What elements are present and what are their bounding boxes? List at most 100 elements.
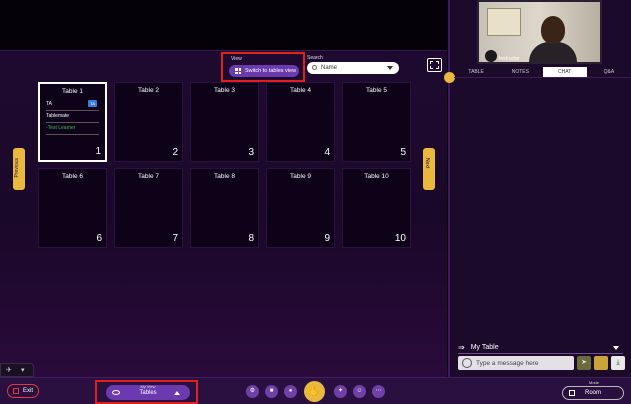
people-icon: ✦ bbox=[337, 388, 344, 394]
camera-button[interactable]: ■ bbox=[265, 385, 278, 398]
chevron-down-icon: ▾ bbox=[21, 367, 25, 374]
table-card[interactable]: Table 2 2 bbox=[114, 82, 183, 162]
more-button[interactable]: ⋯ bbox=[372, 385, 385, 398]
view-label: View bbox=[231, 56, 242, 62]
ta-badge: TA bbox=[88, 100, 97, 107]
chat-placeholder: Type a message here bbox=[476, 359, 539, 367]
smiley-icon: ☺ bbox=[356, 388, 363, 394]
table-title: Table 8 bbox=[214, 173, 235, 180]
search-icon bbox=[312, 65, 317, 70]
table-title: Table 10 bbox=[364, 173, 389, 180]
table-number: 5 bbox=[400, 147, 406, 158]
emoji-icon[interactable] bbox=[462, 358, 472, 368]
switch-view-label: Switch to tables view bbox=[245, 68, 297, 74]
chat-scope-value: My Table bbox=[470, 344, 499, 351]
my-view-group: My View Tables bbox=[95, 380, 198, 404]
switch-to-tables-view-button[interactable]: Switch to tables view bbox=[229, 65, 299, 77]
table-number: 7 bbox=[172, 233, 178, 244]
send-button[interactable]: ➤ bbox=[577, 356, 591, 370]
table-card[interactable]: Table 5 5 bbox=[342, 82, 411, 162]
camera-icon: ■ bbox=[269, 388, 274, 394]
pin-menu-button[interactable]: ✈ ▾ bbox=[0, 363, 34, 377]
mode-group: Mode Room bbox=[562, 380, 626, 402]
previous-page-button[interactable]: Previous bbox=[13, 148, 25, 190]
emoji-button[interactable]: ☺ bbox=[353, 385, 366, 398]
arrow-right-icon: ⇒ bbox=[458, 343, 465, 352]
chat-scope-selector[interactable]: ⇒ My Table bbox=[458, 342, 623, 354]
table-title: Table 6 bbox=[62, 173, 83, 180]
settings-button[interactable]: ⚙ bbox=[246, 385, 259, 398]
app-window: View Switch to tables view Search Name T… bbox=[0, 0, 631, 404]
tab-chat[interactable]: CHAT bbox=[542, 67, 587, 77]
seat-ta: TA bbox=[46, 101, 53, 107]
more-icon: ⋯ bbox=[375, 388, 382, 394]
seat-divider bbox=[46, 110, 99, 111]
search-dropdown[interactable]: Name bbox=[307, 62, 399, 74]
table-card[interactable]: Table 7 7 bbox=[114, 168, 183, 248]
instructor-video[interactable]: Instructor bbox=[477, 0, 602, 64]
table-card[interactable]: Table 9 9 bbox=[266, 168, 335, 248]
bottom-toolbar: Exit My View Tables ⚙ ■ ● ✋ ✦ ☺ ⋯ Mode R… bbox=[0, 377, 631, 404]
exit-icon bbox=[13, 388, 19, 394]
seat-divider bbox=[46, 134, 99, 135]
seat-tablemate: Tablemate bbox=[46, 113, 70, 119]
previous-label: Previous bbox=[14, 158, 20, 178]
tab-qa[interactable]: Q&A bbox=[587, 67, 631, 77]
tab-table[interactable]: TABLE bbox=[454, 67, 498, 77]
grid-icon bbox=[235, 68, 241, 74]
room-icon bbox=[569, 390, 575, 396]
table-card[interactable]: Table 1 TA TA Tablemate -Test Learner 1 bbox=[38, 82, 107, 162]
video-name: Instructor bbox=[499, 56, 520, 62]
stage-divider bbox=[0, 50, 447, 51]
table-number: 10 bbox=[394, 233, 406, 244]
exit-button[interactable]: Exit bbox=[7, 384, 39, 398]
view-toggle-group: View Switch to tables view bbox=[221, 52, 305, 82]
download-icon: ⤓ bbox=[616, 359, 620, 366]
table-card[interactable]: Table 6 6 bbox=[38, 168, 107, 248]
chevron-down-icon bbox=[387, 66, 393, 70]
mode-value: Room bbox=[584, 390, 601, 396]
gear-icon: ⚙ bbox=[249, 388, 256, 394]
table-title: Table 3 bbox=[214, 87, 235, 94]
hand-icon: ✋ bbox=[308, 386, 321, 397]
table-card[interactable]: Table 4 4 bbox=[266, 82, 335, 162]
seat-divider bbox=[46, 122, 99, 123]
table-number: 2 bbox=[172, 147, 178, 158]
right-sidebar: Instructor TABLE NOTES CHAT Q&A ⇒ My Tab… bbox=[444, 0, 631, 377]
table-number: 8 bbox=[248, 233, 254, 244]
table-number: 6 bbox=[96, 233, 102, 244]
fullscreen-icon bbox=[430, 61, 433, 64]
table-card[interactable]: Table 10 10 bbox=[342, 168, 411, 248]
raise-hand-button[interactable]: ✋ bbox=[304, 381, 325, 402]
my-view-selector[interactable]: My View Tables bbox=[106, 384, 190, 400]
my-view-label: My View bbox=[140, 384, 156, 389]
search-value: Name bbox=[321, 65, 338, 71]
main-stage: View Switch to tables view Search Name T… bbox=[0, 0, 447, 377]
next-page-button[interactable]: Next bbox=[423, 148, 435, 190]
table-title: Table 9 bbox=[290, 173, 311, 180]
table-title: Table 5 bbox=[366, 87, 387, 94]
sidebar-tabs: TABLE NOTES CHAT Q&A bbox=[454, 67, 631, 78]
cloud-upload-button[interactable] bbox=[594, 356, 608, 370]
send-icon: ➤ bbox=[581, 359, 587, 366]
seat-test-learner: -Test Learner bbox=[46, 125, 76, 131]
pin-icon: ✈ bbox=[6, 367, 12, 374]
search-label: Search bbox=[307, 55, 323, 61]
table-number: 3 bbox=[248, 147, 254, 158]
tab-notes[interactable]: NOTES bbox=[498, 67, 542, 77]
chat-message-input[interactable]: Type a message here bbox=[458, 356, 574, 370]
next-label: Next bbox=[424, 158, 430, 169]
table-number: 1 bbox=[95, 146, 101, 157]
mode-room-button[interactable]: Room bbox=[562, 386, 624, 400]
exit-label: Exit bbox=[23, 388, 34, 394]
background-board bbox=[487, 8, 521, 36]
table-title: Table 1 bbox=[62, 88, 83, 95]
download-button[interactable]: ⤓ bbox=[611, 356, 625, 370]
microphone-icon: ● bbox=[288, 388, 293, 394]
instructor-head bbox=[541, 16, 565, 44]
fullscreen-button[interactable] bbox=[427, 58, 442, 72]
microphone-button[interactable]: ● bbox=[284, 385, 297, 398]
table-card[interactable]: Table 8 8 bbox=[190, 168, 259, 248]
table-card[interactable]: Table 3 3 bbox=[190, 82, 259, 162]
reactions-button[interactable]: ✦ bbox=[334, 385, 347, 398]
